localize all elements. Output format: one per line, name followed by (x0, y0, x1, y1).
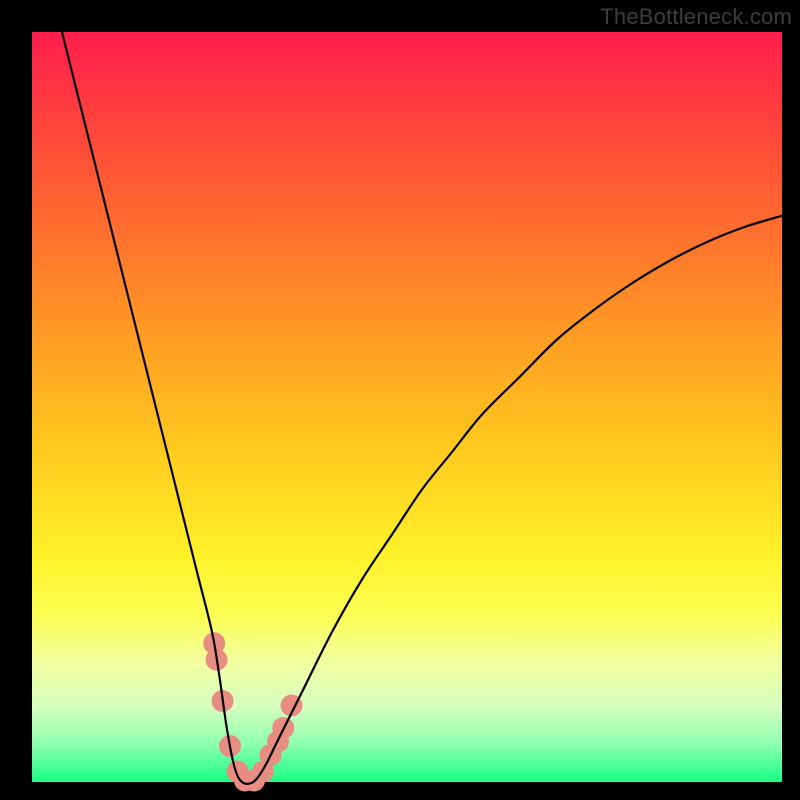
marker-layer (203, 632, 302, 791)
bottleneck-curve (62, 32, 782, 784)
chart-svg (0, 0, 800, 800)
outer-frame: TheBottleneck.com (0, 0, 800, 800)
